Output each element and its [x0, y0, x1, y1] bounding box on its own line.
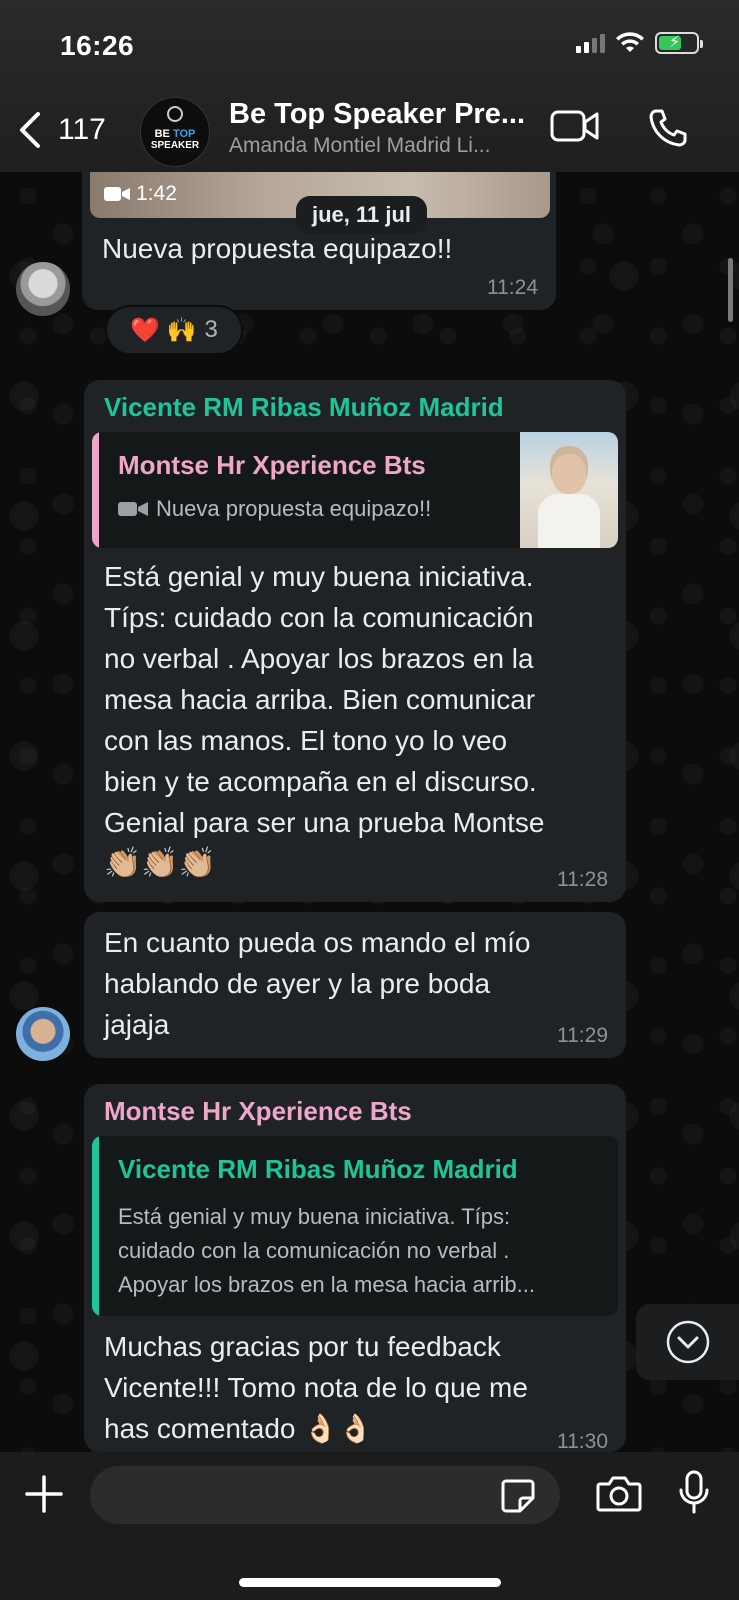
video-icon [104, 187, 130, 201]
avatar[interactable] [16, 1007, 70, 1061]
message-time: 11:28 [557, 868, 608, 891]
battery-icon: ⚡ [655, 32, 703, 54]
microphone-logo-icon [167, 106, 183, 122]
video-icon [118, 502, 148, 516]
message-input[interactable] [90, 1466, 560, 1524]
quoted-sender: Vicente RM Ribas Muñoz Madrid [118, 1154, 518, 1184]
message-text: Está genial y muy buena iniciativa. Típs… [104, 561, 545, 880]
quoted-text: Nueva propuesta equipazo!! [118, 492, 431, 526]
video-call-icon [550, 110, 599, 142]
phone-icon [649, 109, 687, 147]
camera-button[interactable] [596, 1474, 642, 1519]
video-duration: 1:42 [104, 182, 177, 206]
date-divider: jue, 11 jul [296, 196, 428, 234]
message-time: 11:30 [557, 1430, 608, 1453]
status-icons: ⚡ [576, 32, 703, 54]
video-call-button[interactable] [550, 108, 600, 149]
quoted-sender: Montse Hr Xperience Bts [118, 450, 426, 480]
sticker-button[interactable] [500, 1478, 536, 1519]
voice-call-button[interactable] [648, 108, 688, 153]
chevron-down-icon [666, 1320, 709, 1364]
reaction-emojis: ❤️ 🙌 [130, 316, 197, 344]
message-composer [0, 1452, 739, 1600]
message-time: 11:29 [557, 1024, 608, 1047]
scroll-to-bottom-button[interactable] [636, 1304, 739, 1380]
wifi-icon [616, 32, 644, 52]
message-bubble[interactable]: Vicente RM Ribas Muñoz Madrid Montse Hr … [84, 380, 626, 902]
chat-header: 16:26 ⚡ 117 BE TOP SPEAKER Be Top Speake… [0, 0, 739, 172]
chat-subtitle[interactable]: Amanda Montiel Madrid Li... [229, 134, 539, 158]
scrollbar[interactable] [728, 258, 733, 322]
plus-icon [25, 1475, 63, 1513]
reactions-bar[interactable]: ❤️ 🙌 3 [105, 305, 243, 355]
quoted-message[interactable]: Vicente RM Ribas Muñoz Madrid Está genia… [92, 1136, 618, 1316]
message-time: 11:24 [487, 276, 538, 299]
home-indicator [239, 1578, 501, 1587]
sender-name[interactable]: Vicente RM Ribas Muñoz Madrid [104, 392, 504, 423]
signal-icon [576, 33, 605, 53]
voice-note-button[interactable] [678, 1470, 710, 1521]
message-text: Muchas gracias por tu feedback Vicente!!… [104, 1331, 528, 1444]
camera-icon [596, 1476, 642, 1512]
chevron-left-icon [20, 112, 40, 148]
status-time: 16:26 [60, 30, 135, 61]
unread-count: 117 [58, 113, 106, 146]
sticker-icon [501, 1479, 535, 1513]
quoted-thumbnail [520, 432, 618, 548]
quoted-message[interactable]: Montse Hr Xperience Bts Nueva propuesta … [92, 432, 618, 548]
quoted-text-line: Apoyar los brazos en la mesa hacia arrib… [118, 1272, 535, 1297]
quoted-text-line: Está genial y muy buena iniciativa. Típs… [118, 1204, 511, 1229]
group-avatar[interactable]: BE TOP SPEAKER [140, 97, 210, 167]
sender-name[interactable]: Montse Hr Xperience Bts [104, 1096, 412, 1127]
message-text: En cuanto pueda os mando el mío hablando… [104, 927, 531, 1040]
back-button[interactable]: 117 [16, 110, 106, 150]
message-bubble[interactable]: Montse Hr Xperience Bts Vicente RM Ribas… [84, 1084, 626, 1453]
chat-title[interactable]: Be Top Speaker Pre... [229, 98, 539, 131]
mic-icon [679, 1470, 709, 1514]
avatar[interactable] [16, 262, 70, 316]
quoted-text-line: cuidado con la comunicación no verbal . [118, 1238, 510, 1263]
message-text: Nueva propuesta equipazo!! [102, 233, 453, 264]
message-bubble[interactable]: En cuanto pueda os mando el mío hablando… [84, 912, 626, 1058]
reaction-count: 3 [204, 316, 218, 343]
attach-button[interactable] [24, 1474, 64, 1519]
